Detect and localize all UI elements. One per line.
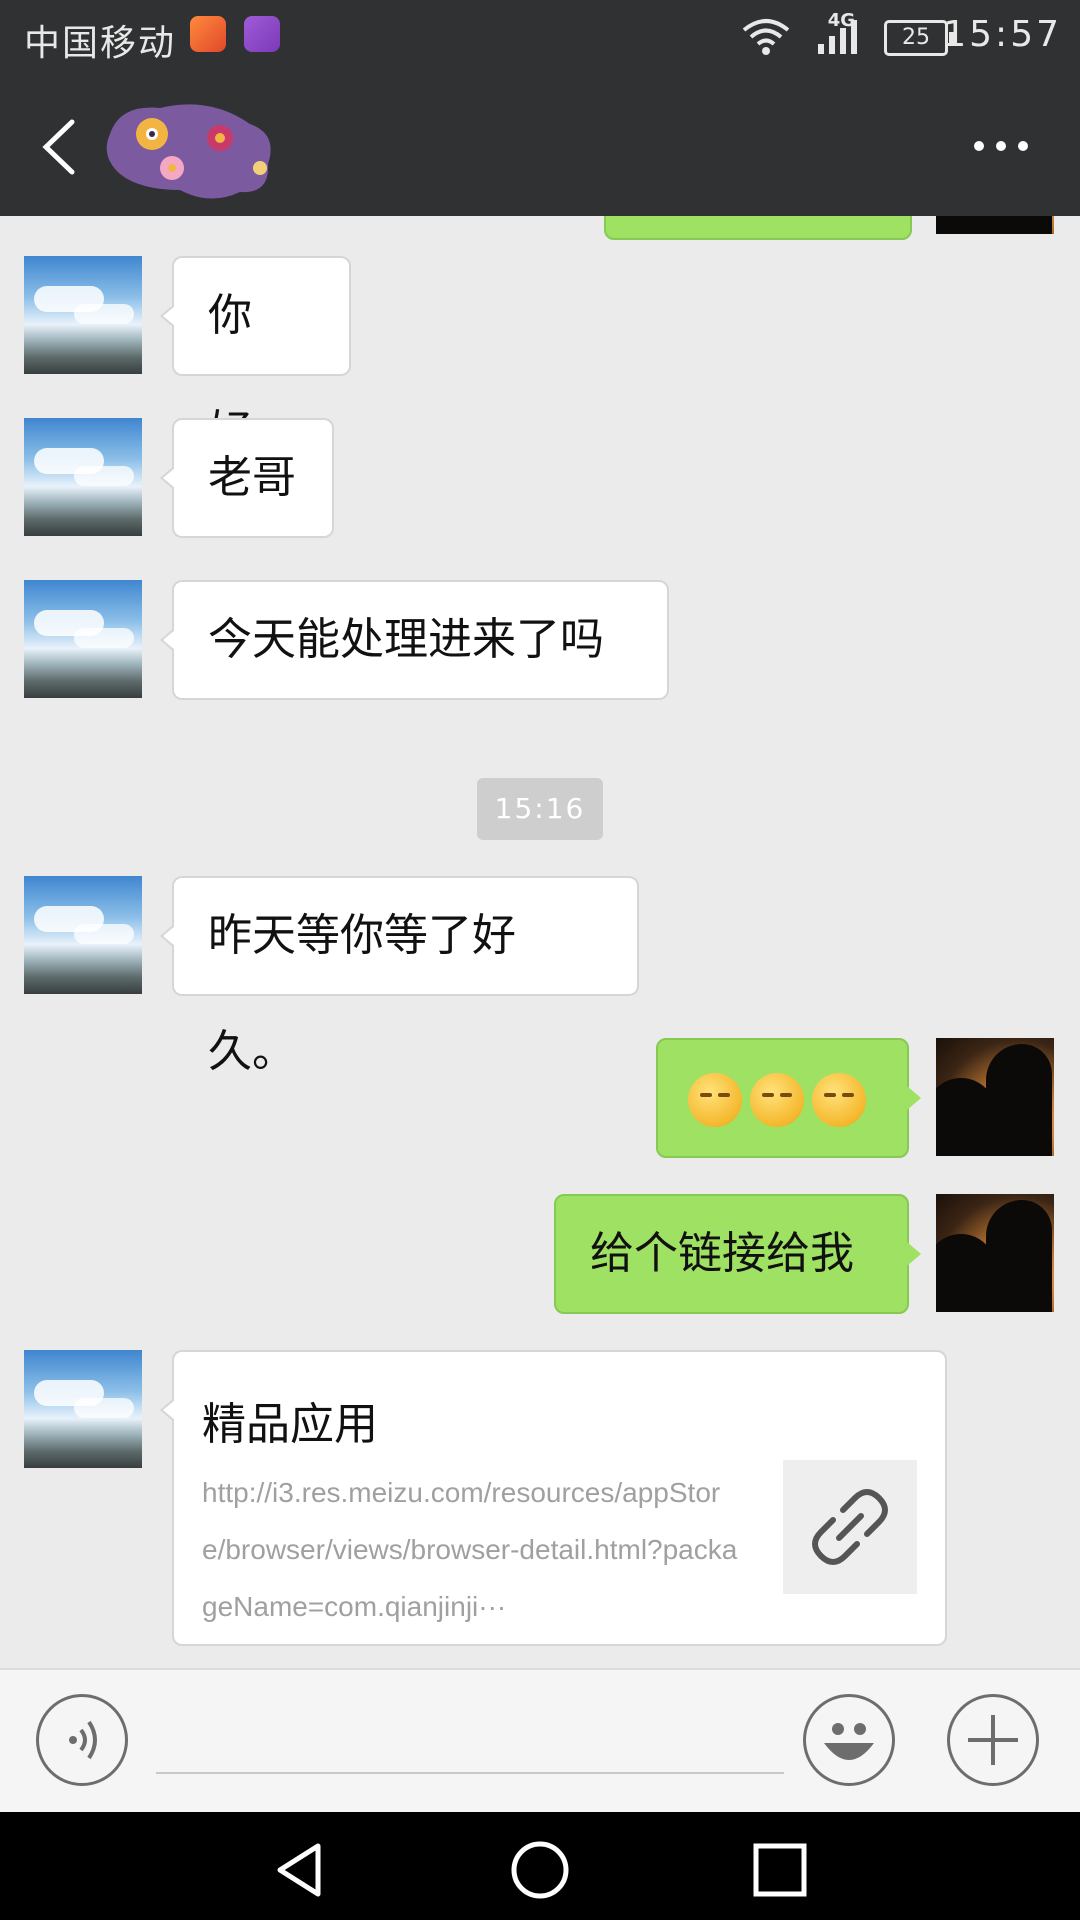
smirk-sweat-emoji <box>812 1073 866 1127</box>
message-bubble[interactable]: 给个链接给我 <box>554 1194 921 1314</box>
smiley-icon <box>824 1723 874 1760</box>
message-bubble[interactable]: 昨天等你等了好久。 <box>160 876 639 1077</box>
nav-home-button[interactable] <box>510 1840 570 1900</box>
chat-header <box>0 74 1080 216</box>
battery-icon: 25 <box>884 20 954 56</box>
status-bar: 中国移动 4G 25 15:57 <box>0 0 1080 74</box>
link-card[interactable]: 精品应用 http://i3.res.meizu.com/resources/a… <box>160 1350 947 1646</box>
signal-icon <box>818 20 857 54</box>
contact-avatar[interactable] <box>24 580 142 698</box>
voice-input-button[interactable] <box>36 1694 128 1786</box>
my-avatar[interactable] <box>936 1194 1054 1312</box>
status-time: 15:57 <box>943 14 1062 55</box>
wifi-icon <box>742 19 790 55</box>
link-icon <box>812 1489 888 1565</box>
emoji-button[interactable] <box>803 1694 895 1786</box>
smirk-sweat-emoji <box>750 1073 804 1127</box>
input-bar <box>0 1668 1080 1812</box>
my-avatar[interactable] <box>936 216 1054 234</box>
message-bubble[interactable]: 老哥 <box>160 418 334 538</box>
message-bubble[interactable]: 你好。 <box>160 256 351 457</box>
previous-message-bubble[interactable] <box>604 216 912 240</box>
voice-icon <box>69 1720 97 1760</box>
system-navigation-bar <box>0 1812 1080 1920</box>
contact-avatar-sticker[interactable] <box>100 94 280 204</box>
gallery-app-icon <box>244 16 280 52</box>
contact-avatar[interactable] <box>24 1350 142 1468</box>
health-app-icon <box>190 16 226 52</box>
plus-icon <box>968 1715 1018 1765</box>
message-bubble[interactable]: 今天能处理进来了吗 <box>160 580 669 700</box>
contact-avatar[interactable] <box>24 256 142 374</box>
nav-recents-button[interactable] <box>750 1840 810 1900</box>
link-card-title: 精品应用 <box>202 1399 378 1450</box>
message-input[interactable] <box>156 1710 784 1774</box>
my-avatar[interactable] <box>936 1038 1054 1156</box>
more-functions-button[interactable] <box>947 1694 1039 1786</box>
message-timestamp: 15:16 <box>477 778 603 840</box>
link-card-url: http://i3.res.meizu.com/resources/appSto… <box>202 1477 738 1622</box>
emoji-message-bubble[interactable] <box>656 1038 921 1158</box>
nav-back-button[interactable] <box>270 1840 330 1900</box>
link-thumbnail <box>783 1460 917 1594</box>
more-options-button[interactable] <box>966 126 1036 166</box>
carrier-name: 中国移动 <box>24 23 177 64</box>
back-button[interactable] <box>30 112 90 182</box>
contact-avatar[interactable] <box>24 876 142 994</box>
contact-avatar[interactable] <box>24 418 142 536</box>
smirk-sweat-emoji <box>688 1073 742 1127</box>
